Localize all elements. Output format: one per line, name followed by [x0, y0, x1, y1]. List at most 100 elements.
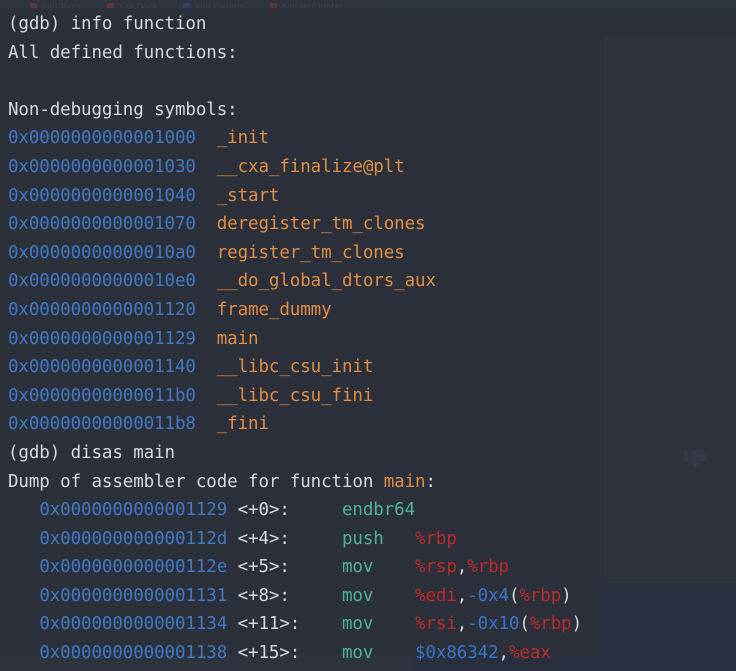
- terminal-gap: [227, 586, 237, 606]
- operand-immediate: -0x4: [467, 585, 509, 606]
- instruction-mnemonic: push: [341, 528, 416, 549]
- symbol-name: __libc_csu_init: [216, 357, 374, 378]
- dump-function-name: main: [383, 471, 426, 492]
- terminal-prompt: (gdb): [8, 14, 71, 34]
- operand-punctuation: ,: [456, 585, 468, 606]
- terminal-indent: [8, 643, 39, 663]
- terminal-line: 0x0000000000001000 _init: [8, 124, 736, 153]
- symbol-address: 0x0000000000001129: [8, 328, 196, 349]
- symbol-address: 0x00000000000010e0: [8, 271, 196, 292]
- terminal-line: 0x000000000000113d <+20>: pop %rbp: [8, 668, 736, 671]
- symbol-address: 0x00000000000011b8: [8, 414, 196, 435]
- terminal-text: :: [425, 471, 436, 492]
- operand-punctuation: ,: [456, 557, 468, 578]
- terminal-line: [8, 67, 736, 96]
- instruction-offset: <+15>:: [237, 643, 311, 664]
- terminal-line: Dump of assembler code for function main…: [8, 468, 736, 497]
- symbol-address: 0x0000000000001140: [8, 357, 196, 378]
- instruction-mnemonic: endbr64: [341, 500, 416, 521]
- terminal-gap: [196, 300, 217, 320]
- terminal-command: info function: [70, 14, 207, 34]
- operand-register: %eax: [508, 643, 551, 664]
- symbol-name: __cxa_finalize@plt: [216, 156, 405, 177]
- terminal-line: 0x0000000000001134 <+11>: mov %rsi,-0x10…: [8, 610, 736, 639]
- symbol-name: frame_dummy: [216, 299, 332, 320]
- instruction-address: 0x000000000000112e: [39, 557, 228, 578]
- symbol-address: 0x0000000000001000: [8, 128, 196, 149]
- terminal-line: 0x0000000000001030 __cxa_finalize@plt: [8, 153, 736, 182]
- terminal-indent: [8, 586, 39, 606]
- terminal-gap: [196, 186, 217, 206]
- operand-punctuation: ): [561, 585, 572, 606]
- operand-immediate: -0x10: [467, 614, 520, 635]
- gdb-terminal-window[interactable]: (gdb) info function All defined functions…: [0, 8, 736, 671]
- symbol-name: deregister_tm_clones: [216, 214, 426, 235]
- terminal-line: All defined functions:: [8, 39, 736, 68]
- terminal-gap: [196, 386, 217, 406]
- symbol-address: 0x0000000000001120: [8, 299, 196, 320]
- terminal-line: 0x0000000000001131 <+8>: mov %edi,-0x4(%…: [8, 582, 736, 611]
- terminal-gap: [311, 500, 342, 520]
- terminal-gap: [311, 643, 342, 663]
- terminal-gap: [227, 500, 237, 520]
- terminal-line: 0x0000000000001040 _start: [8, 182, 736, 211]
- symbol-name: _start: [216, 185, 280, 206]
- instruction-address: 0x0000000000001134: [39, 614, 228, 635]
- symbol-address: 0x0000000000001030: [8, 156, 196, 177]
- terminal-gap: [196, 128, 217, 148]
- symbol-name: __libc_csu_fini: [216, 385, 374, 406]
- operand-punctuation: ): [571, 614, 583, 635]
- terminal-line: 0x00000000000010e0 __do_global_dtors_aux: [8, 267, 736, 296]
- screenshot-root: Kali Tools Kali Docs Kali Forums Kali Ne…: [0, 0, 736, 671]
- operand-punctuation: ,: [498, 643, 510, 664]
- operand-punctuation: (: [508, 585, 520, 606]
- terminal-line: 0x00000000000010a0 register_tm_clones: [8, 239, 736, 268]
- instruction-offset: <+8>:: [237, 585, 311, 606]
- instruction-offset: <+11>:: [237, 614, 311, 635]
- terminal-text: All defined functions:: [8, 42, 238, 63]
- instruction-mnemonic: mov: [341, 585, 416, 606]
- operand-register: %rsi: [415, 614, 457, 635]
- symbol-name: main: [216, 328, 259, 349]
- terminal-line: 0x0000000000001120 frame_dummy: [8, 296, 736, 325]
- instruction-address: 0x0000000000001131: [39, 585, 228, 606]
- terminal-gap: [196, 357, 217, 377]
- instruction-mnemonic: mov: [341, 614, 416, 635]
- terminal-gap: [227, 557, 237, 577]
- symbol-name: _fini: [216, 414, 269, 435]
- instruction-address: 0x0000000000001138: [39, 643, 228, 664]
- symbol-name: __do_global_dtors_aux: [216, 271, 436, 292]
- operand-register: %rbp: [415, 528, 457, 549]
- symbol-name: register_tm_clones: [216, 242, 405, 263]
- terminal-text: Dump of assembler code for function: [8, 471, 384, 492]
- terminal-line: 0x0000000000001138 <+15>: mov $0x86342,%…: [8, 639, 736, 668]
- terminal-text: Non-debugging symbols:: [8, 99, 238, 120]
- terminal-gap: [196, 414, 217, 434]
- instruction-address: 0x0000000000001129: [39, 500, 228, 521]
- terminal-line: 0x0000000000001129 main: [8, 325, 736, 354]
- operand-punctuation: ,: [456, 614, 468, 635]
- instruction-offset: <+0>:: [237, 500, 311, 521]
- instruction-offset: <+5>:: [237, 557, 311, 578]
- terminal-prompt: (gdb): [8, 442, 71, 463]
- terminal-blank: [8, 71, 18, 91]
- terminal-line: 0x0000000000001140 __libc_csu_init: [8, 353, 736, 382]
- symbol-address: 0x00000000000010a0: [8, 242, 196, 263]
- symbol-address: 0x00000000000011b0: [8, 385, 196, 406]
- terminal-line: 0x00000000000011b8 _fini: [8, 410, 736, 439]
- terminal-line: 0x0000000000001129 <+0>: endbr64: [8, 496, 736, 525]
- terminal-indent: [8, 529, 39, 549]
- operand-register: %edi: [415, 585, 457, 606]
- terminal-indent: [8, 614, 39, 634]
- terminal-line: (gdb) disas main: [8, 439, 736, 468]
- terminal-command: disas main: [70, 442, 175, 463]
- terminal-output[interactable]: (gdb) info function All defined functions…: [0, 8, 736, 671]
- operand-punctuation: (: [519, 614, 530, 635]
- terminal-gap: [196, 157, 217, 177]
- terminal-line: 0x000000000000112e <+5>: mov %rsp,%rbp: [8, 553, 736, 582]
- symbol-address: 0x0000000000001040: [8, 185, 196, 206]
- terminal-gap: [196, 243, 217, 263]
- symbol-name: _init: [216, 128, 269, 149]
- terminal-line: 0x0000000000001070 deregister_tm_clones: [8, 210, 736, 239]
- operand-register: %rbp: [519, 585, 562, 606]
